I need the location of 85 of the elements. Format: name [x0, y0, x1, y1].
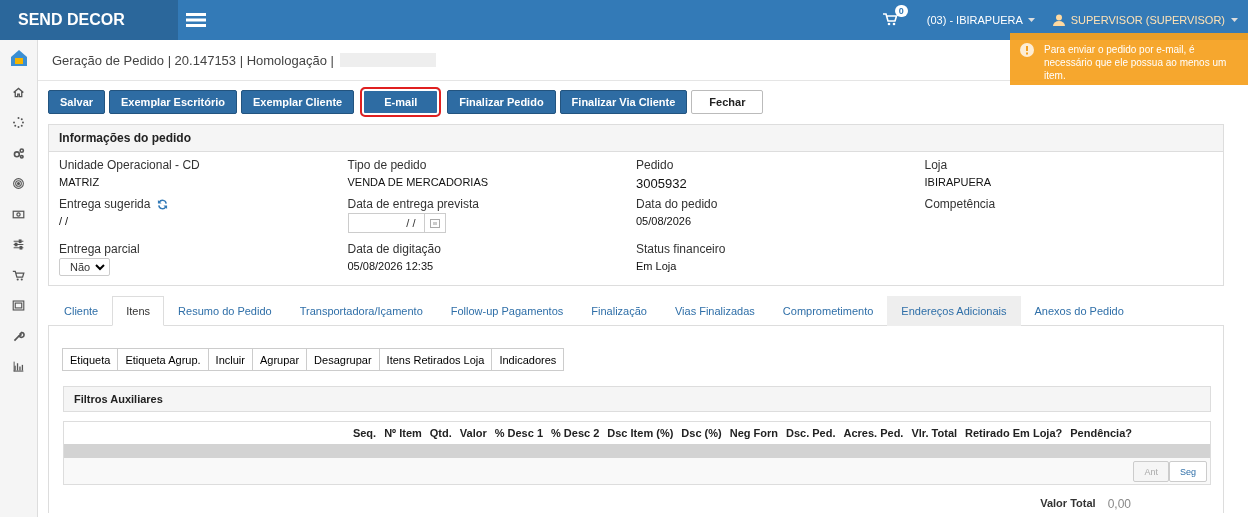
action-button[interactable]: Finalizar Pedido: [447, 90, 556, 114]
cart-icon[interactable]: [880, 10, 899, 27]
field-label: Loja: [924, 158, 948, 172]
field-label: Data do pedido: [636, 197, 718, 211]
target-icon[interactable]: [12, 177, 25, 190]
spinner-icon[interactable]: [12, 116, 25, 129]
home-icon[interactable]: [12, 85, 25, 99]
store-selector[interactable]: (03) - IBIRAPUERA: [926, 14, 1023, 26]
field-label: Entrega sugerida: [59, 197, 151, 211]
app-brand: SEND DECOR: [0, 0, 178, 40]
toolbar-button[interactable]: Itens Retirados Loja: [378, 348, 493, 371]
breadcrumb: Geração de Pedido | 20.147153 | Homologação |: [52, 52, 334, 68]
field-label: Pedido: [636, 158, 674, 172]
column-header: Dsc. Ped.: [785, 427, 836, 439]
tab[interactable]: Resumo do Pedido: [164, 296, 286, 326]
tab[interactable]: Transportadora/Içamento: [285, 296, 437, 326]
column-header: Dsc Item (%): [607, 427, 674, 439]
caret-icon[interactable]: [1231, 18, 1238, 22]
column-header: Dsc (%): [681, 427, 722, 439]
refresh-icon[interactable]: [157, 198, 169, 210]
field-value: / /: [59, 215, 70, 227]
sliders-icon[interactable]: [12, 238, 25, 251]
tab[interactable]: Follow-up Pagamentos: [436, 296, 578, 326]
select-field[interactable]: Não: [59, 258, 111, 276]
column-header: Seq.: [352, 427, 377, 439]
column-header: Pendência?: [1070, 427, 1132, 439]
field-value: 05/08/2026: [636, 215, 693, 227]
column-header: Valor: [459, 427, 487, 439]
column-header: Neg Forn: [729, 427, 778, 439]
total-label: Valor Total: [1040, 497, 1096, 511]
field-value: Em Loja: [636, 260, 678, 272]
action-button[interactable]: Exemplar Escritório: [109, 90, 237, 114]
cart-icon[interactable]: [12, 268, 25, 282]
field-label: Data de entrega prevista: [347, 197, 479, 211]
tab[interactable]: Endereços Adicionais: [887, 296, 1021, 326]
column-header: Retirado Em Loja?: [965, 427, 1063, 439]
chevron-icon: [95, 263, 106, 271]
toolbar-button[interactable]: Etiqueta: [62, 348, 119, 371]
column-header: Vlr. Total: [911, 427, 958, 439]
total-value: 0,00: [1107, 497, 1131, 511]
toast-message: Para enviar o pedido por e-mail, é necessário que ele possua ao menos um item.: [1044, 44, 1227, 81]
caret-icon[interactable]: [1027, 18, 1035, 22]
toolbar-button[interactable]: Agrupar: [251, 348, 308, 371]
field-label: Unidade Operacional - CD: [59, 158, 200, 172]
tab[interactable]: Finalização: [577, 296, 661, 326]
user-icon[interactable]: [1052, 14, 1065, 26]
field-value: MATRIZ: [59, 176, 101, 188]
filters-header[interactable]: Filtros Auxiliares: [63, 386, 1211, 412]
pager-button[interactable]: Seg: [1169, 461, 1207, 482]
action-button[interactable]: Exemplar Cliente: [240, 90, 355, 114]
column-header: Nº Item: [384, 427, 422, 439]
cart-count: 0: [894, 4, 908, 17]
column-header: % Desc 1: [494, 427, 543, 439]
column-header: Qtd.: [429, 427, 452, 439]
field-value: IBIRAPUERA: [924, 176, 993, 188]
field-label: Status financeiro: [636, 242, 726, 256]
field-value: 05/08/2026 12:35: [347, 260, 435, 272]
tab[interactable]: Itens: [112, 296, 165, 326]
column-header: Acres. Ped.: [843, 427, 904, 439]
field-value: 3005932: [636, 176, 688, 191]
field-label: Competência: [924, 197, 996, 211]
toolbar-button[interactable]: Desagrupar: [306, 348, 380, 371]
chart-icon[interactable]: [12, 360, 25, 373]
tab[interactable]: Anexos do Pedido: [1020, 296, 1138, 326]
field-label: Tipo de pedido: [347, 158, 427, 172]
date-field[interactable]: / /: [347, 213, 446, 233]
column-header: % Desc 2: [551, 427, 600, 439]
toolbar-button[interactable]: Incluir: [207, 348, 253, 371]
toolbar-button[interactable]: Indicadores: [491, 348, 565, 371]
action-button[interactable]: E-mail: [360, 87, 442, 117]
toolbar-button[interactable]: Etiqueta Agrup.: [117, 348, 209, 371]
warning-icon: [1020, 43, 1034, 57]
action-button[interactable]: Fechar: [691, 90, 764, 114]
tab[interactable]: Comprometimento: [768, 296, 888, 326]
field-value: VENDA DE MERCADORIAS: [347, 176, 490, 188]
logo-icon[interactable]: [8, 48, 29, 68]
tab[interactable]: Cliente: [50, 296, 113, 326]
panel-title: Informações do pedido: [49, 125, 1223, 152]
user-menu[interactable]: SUPERVISOR (SUPERVISOR): [1070, 14, 1225, 26]
field-label: Entrega parcial: [59, 242, 140, 256]
action-button[interactable]: Salvar: [48, 90, 106, 114]
field-label: Data de digitação: [347, 242, 441, 256]
tab[interactable]: Vias Finalizadas: [660, 296, 769, 326]
menu-icon[interactable]: [186, 13, 206, 27]
action-button[interactable]: Finalizar Via Cliente: [559, 90, 688, 114]
